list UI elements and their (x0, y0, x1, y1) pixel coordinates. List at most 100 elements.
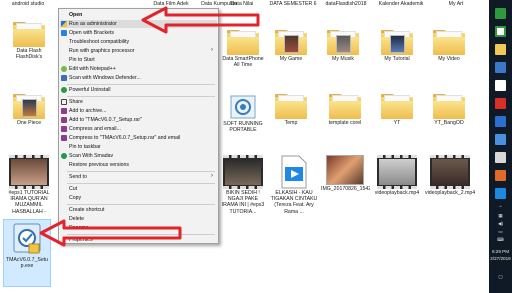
clock-date[interactable]: 2/27/2019 (489, 256, 512, 261)
menu-item-send-to[interactable]: Send to › (60, 173, 217, 181)
menu-item-restore-previous-versions[interactable]: Restore previous versions (60, 161, 217, 169)
menu-separator (67, 204, 215, 205)
menu-item-add-to-rar[interactable]: Add to "TMAcV6.0.7_Setup.rar" (60, 116, 217, 124)
folder-icon (275, 30, 307, 55)
desktop-item[interactable]: YT (374, 94, 420, 126)
photo-thumbnail (326, 155, 364, 185)
network-icon[interactable]: ▦ (489, 213, 512, 219)
folder-icon (381, 30, 413, 55)
desktop-item-label: template corel (328, 120, 362, 126)
desktop-item-label: SOFT RUNNING PORTABLE (223, 121, 263, 134)
pinned-app-icon[interactable] (495, 26, 506, 37)
pinned-app-icon[interactable] (495, 62, 506, 73)
desktop-item-label: DATA SEMESTER 6 (269, 1, 317, 7)
desktop-item[interactable]: IMG_20170826_154214.jpg (320, 155, 370, 192)
desktop-item-label: YT (393, 120, 401, 126)
desktop-item[interactable]: BIKIN SEDIH ! NGAJI PAKE IRAMA INI | #ep… (218, 155, 268, 215)
file-explorer-icon[interactable] (495, 44, 506, 55)
menu-separator (67, 183, 215, 184)
thumbnail-image (22, 99, 37, 117)
desktop-item[interactable]: My Game (268, 30, 314, 62)
desktop-item[interactable]: videoplayback_2.mp4 (424, 155, 476, 196)
menu-item-scan-windows-defender[interactable]: Scan with Windows Defender... (60, 74, 217, 82)
desktop-item-label: My Video (438, 56, 460, 62)
share-icon (61, 99, 67, 105)
desktop-item-label: dataFlasdish2018 (325, 1, 367, 7)
pinned-app-icon[interactable] (495, 188, 506, 199)
desktop-item[interactable]: My Tutorial (374, 30, 420, 62)
desktop-item[interactable]: Temp (268, 94, 314, 126)
pinned-app-icon[interactable] (495, 170, 506, 181)
clock-time[interactable]: 6:29 PM (489, 249, 512, 254)
menu-item-pin-to-taskbar[interactable]: Pin to taskbar (60, 143, 217, 151)
folder-icon (381, 94, 413, 119)
winrar-icon (61, 117, 67, 123)
volume-icon[interactable]: ◀) (489, 221, 512, 227)
menu-item-create-shortcut[interactable]: Create shortcut (60, 206, 217, 214)
video-thumbnail (430, 155, 470, 189)
chevron-right-icon: › (211, 173, 213, 179)
desktop-item-label: Temp (284, 120, 298, 126)
desktop-item[interactable]: #eps1 TUTORIAL IRAMA QUR'AN MUZAMMIL HAS… (2, 155, 56, 215)
notification-icon[interactable]: ▢ (489, 274, 512, 280)
desktop-item[interactable]: My Video (426, 30, 472, 62)
desktop-item[interactable]: Data SmartPhone All Time (220, 30, 266, 68)
desktop-item[interactable]: DATA SEMESTER 6 (268, 0, 318, 7)
desktop-item[interactable]: Kalender Akademik (376, 0, 426, 7)
menu-item-scan-with-smadav[interactable]: Scan With Smadav (60, 152, 217, 160)
menu-item-copy[interactable]: Copy (60, 194, 217, 202)
desktop-item[interactable]: My Musik (320, 30, 366, 62)
folder-icon (433, 30, 465, 55)
smadav-icon (61, 153, 67, 159)
battery-icon[interactable]: ▭ (489, 229, 512, 235)
desktop-item-label: Data SmartPhone All Time (222, 56, 264, 69)
desktop-item[interactable]: android studio (2, 0, 54, 7)
menu-item-powerful-uninstall[interactable]: Powerful Uninstall (60, 86, 217, 94)
menu-item-cut[interactable]: Cut (60, 185, 217, 193)
pinned-app-icon[interactable] (495, 8, 506, 19)
desktop-item-label: YT_BangOD (434, 120, 464, 126)
desktop-item-label: TMAcV6.0.7_Setu p.exe (5, 257, 49, 270)
folder-icon (275, 94, 307, 119)
desktop-item[interactable]: My Art (436, 0, 476, 7)
menu-item-add-to-archive[interactable]: Add to archive... (60, 107, 217, 115)
tray-chevron-icon[interactable]: ⌃ (489, 205, 512, 211)
annotation-arrow-top (141, 6, 260, 34)
menu-item-share[interactable]: Share (60, 98, 217, 106)
pinned-app-icon[interactable] (495, 116, 506, 127)
menu-item-edit-with-notepad[interactable]: Edit with Notepad++ (60, 65, 217, 73)
pinned-app-icon[interactable] (495, 98, 506, 109)
keyboard-icon[interactable]: ⌨ (489, 237, 512, 243)
desktop-item-label: #eps1 TUTORIAL IRAMA QUR'AN MUZAMMIL HAS… (8, 190, 50, 215)
menu-item-compress-and-email[interactable]: Compress and email... (60, 125, 217, 133)
desktop-item[interactable]: videoplayback.mp4 (372, 155, 422, 196)
thumbnail-image (336, 35, 351, 53)
thumbnail-image (390, 35, 405, 53)
desktop-item[interactable]: Data Flash FlashDisk's (2, 22, 56, 60)
desktop-item[interactable]: YT_BangOD (424, 94, 474, 126)
desktop-item-label: ELKASIH - KAU TIGAKAN CINTAKU (Tereza Fe… (270, 190, 318, 215)
uninstall-icon (61, 87, 67, 93)
menu-item-pin-to-start[interactable]: Pin to Start (60, 56, 217, 64)
pinned-app-icon[interactable] (495, 152, 506, 163)
taskbar: ⌃ ▦ ◀) ▭ ⌨ 6:29 PM 2/27/2019 ▢ (489, 0, 512, 293)
pinned-app-icon[interactable] (495, 134, 506, 145)
desktop-item-label: android studio (11, 1, 45, 7)
desktop-item-label: My Tutorial (384, 56, 410, 62)
video-thumbnail (9, 155, 49, 189)
menu-item-compress-to-rar-and-email[interactable]: Compress to "TMAcV6.0.7_Setup.rar" and e… (60, 134, 217, 142)
notepad-plus-plus-icon (61, 66, 67, 72)
brackets-icon (61, 30, 67, 36)
desktop-item[interactable]: template corel (320, 94, 370, 126)
desktop-item[interactable]: ELKASIH - KAU TIGAKAN CINTAKU (Tereza Fe… (268, 155, 320, 215)
menu-item-run-with-graphics-processor[interactable]: Run with graphics processor › (60, 47, 217, 55)
pinned-app-icon[interactable] (495, 80, 506, 91)
winrar-icon (61, 135, 67, 141)
shield-icon (61, 21, 67, 27)
desktop-item[interactable]: One Piece (2, 94, 56, 126)
desktop-item-label: IMG_20170826_154214.jpg (321, 186, 370, 192)
desktop-item[interactable]: SOFT RUNNING PORTABLE (218, 94, 268, 133)
desktop-item[interactable]: dataFlasdish2018 (318, 0, 374, 7)
folder-icon (327, 30, 359, 55)
menu-item-troubleshoot-compatibility[interactable]: Troubleshoot compatibility (60, 38, 217, 46)
